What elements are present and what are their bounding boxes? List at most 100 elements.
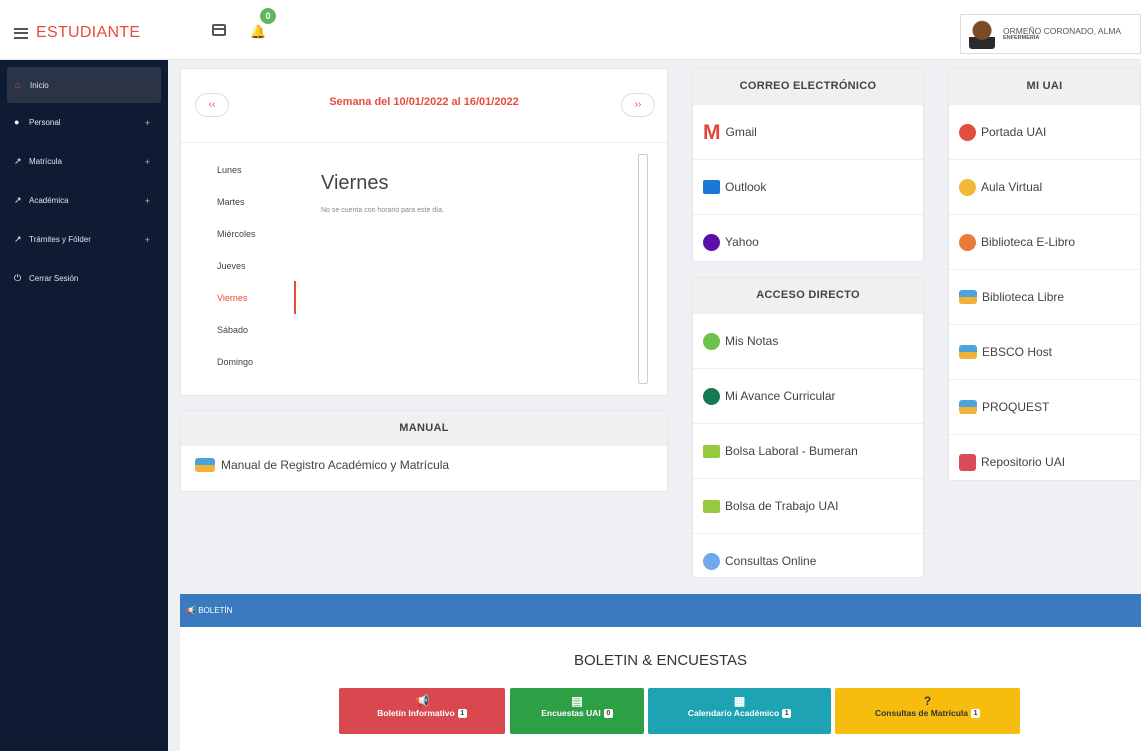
link-label: Outlook [725,180,767,194]
panel-heading: ACCESO DIRECTO [693,278,923,313]
sidebar-item-inicio[interactable]: ⌂ Inicio [7,67,161,103]
ebsco-link[interactable]: EBSCO Host [949,324,1140,379]
sidebar-item-matricula[interactable]: ↗ Matrícula + [0,142,168,181]
button-label: Boletín Informativo [377,708,455,718]
panel-heading: MANUAL [181,411,667,446]
document-icon [703,387,720,405]
reader-icon [959,233,976,251]
sidebar-item-label: Personal [29,118,61,127]
manual-link-label: Manual de Registro Académico y Matrícula [221,458,450,472]
book-icon [959,345,977,359]
gmail-icon: M [703,120,721,144]
day-tab-jueves[interactable]: Jueves [217,260,297,292]
question-icon: ? [923,694,932,708]
bell-icon[interactable]: 🔔 [250,24,266,40]
repositorio-link[interactable]: Repositorio UAI [949,434,1140,489]
link-label: Yahoo [725,235,759,249]
manual-panel: MANUAL Manual de Registro Académico y Ma… [180,410,668,492]
proquest-link[interactable]: PROQUEST [949,379,1140,434]
brand[interactable]: ESTUDIANTE [14,24,140,42]
yahoo-link[interactable]: Yahoo [693,214,923,269]
sidebar-item-label: Cerrar Sesión [29,274,79,283]
student-icon [959,178,976,196]
scrollbar[interactable] [638,154,648,384]
megaphone-icon: 📢 [414,694,430,708]
user-role: ENFERMERÍA [1003,35,1040,42]
book-icon [195,458,215,472]
repository-icon [959,453,976,471]
link-label: Gmail [725,125,757,139]
week-title: Semana del 10/01/2022 al 16/01/2022 [329,96,519,108]
boletin-title: BOLETIN & ENCUESTAS [573,652,748,669]
aula-virtual-link[interactable]: Aula Virtual [949,159,1140,214]
briefcase-icon [703,444,720,458]
notification-badge: 0 [260,8,276,24]
sidebar-item-logout[interactable]: ⏻ Cerrar Sesión [0,259,168,298]
outlook-icon [703,180,720,194]
button-label: Encuestas UAI [541,708,601,718]
sidebar-item-academica[interactable]: ↗ Académica + [0,181,168,220]
outlook-link[interactable]: Outlook [693,159,923,214]
panel-heading: MI UAI [949,69,1140,104]
external-link-icon: ↗ [14,195,22,205]
day-tab-miercoles[interactable]: Miércoles [217,228,297,260]
panel-heading: CORREO ELECTRÓNICO [693,69,923,104]
home-icon: ⌂ [15,79,21,90]
avatar [969,19,995,49]
consultas-online-link[interactable]: Consultas Online [693,533,923,588]
day-tab-lunes[interactable]: Lunes [217,164,297,196]
selected-day-title: Viernes [321,172,389,194]
sidebar-item-label: Inicio [30,80,49,90]
mis-notas-link[interactable]: Mis Notas [693,313,923,368]
encuestas-button[interactable]: ▤ Encuestas UAI 0 [510,688,644,734]
link-label: Repositorio UAI [981,455,1066,469]
day-list: Lunes Martes Miércoles Jueves Viernes Sá… [217,164,297,388]
next-week-button[interactable]: ›› [621,93,655,117]
external-link-icon: ↗ [14,156,22,166]
link-label: PROQUEST [982,400,1050,414]
sidebar-item-label: Trámites y Fólder [29,235,91,244]
count-badge: 0 [603,709,613,719]
sidebar-item-label: Académica [29,196,69,205]
link-label: Consultas Online [725,554,817,568]
link-label: EBSCO Host [982,345,1053,359]
manual-link[interactable]: Manual de Registro Académico y Matrícula [181,446,667,484]
briefcase-icon [703,499,720,513]
sidebar-item-personal[interactable]: ● Personal + [0,103,168,142]
count-badge: 1 [782,709,792,719]
boletin-section: BOLETIN & ENCUESTAS 📢 Boletín Informativ… [180,627,1141,751]
sidebar-item-tramites[interactable]: ↗ Trámites y Fólder + [0,220,168,259]
shortcuts-panel: ACCESO DIRECTO Mis Notas Mi Avance Curri… [692,277,924,578]
bolsa-bumeran-link[interactable]: Bolsa Laboral - Bumeran [693,423,923,478]
bolsa-uai-link[interactable]: Bolsa de Trabajo UAI [693,478,923,533]
megaphone-icon: 📢 [186,606,196,615]
consultas-matricula-button[interactable]: ? Consultas de Matrícula 1 [835,688,1020,734]
email-panel: CORREO ELECTRÓNICO M Gmail Outlook Yahoo [692,68,924,262]
day-tab-domingo[interactable]: Domingo [217,356,297,388]
link-label: Aula Virtual [981,180,1043,194]
gmail-link[interactable]: M Gmail [693,104,923,159]
calendar-icon[interactable] [212,24,226,36]
calendar-icon: ▦ [733,694,746,708]
biblioteca-libre-link[interactable]: Biblioteca Libre [949,269,1140,324]
link-label: Biblioteca E-Libro [981,235,1076,249]
books-icon [959,290,977,304]
portada-link[interactable]: Portada UAI [949,104,1140,159]
schedule-message: No se cuenta con horario para este día. [321,207,444,214]
link-label: Biblioteca Libre [982,290,1065,304]
user-menu[interactable]: ORMEÑO CORONADO, ALMA ENFERMERÍA [960,14,1141,54]
biblioteca-elibro-link[interactable]: Biblioteca E-Libro [949,214,1140,269]
boletin-informativo-button[interactable]: 📢 Boletín Informativo 1 [339,688,505,734]
day-tab-viernes[interactable]: Viernes [217,292,297,324]
mi-uai-panel: MI UAI Portada UAI Aula Virtual Bibliote… [948,68,1141,481]
calendario-button[interactable]: ▦ Calendario Académico 1 [648,688,831,734]
avance-curricular-link[interactable]: Mi Avance Curricular [693,368,923,423]
notes-icon [703,332,720,350]
sidebar-item-label: Matrícula [29,157,62,166]
day-tab-sabado[interactable]: Sábado [217,324,297,356]
link-label: Bolsa de Trabajo UAI [725,499,839,513]
link-label: Mis Notas [725,334,779,348]
week-schedule-panel: ‹‹ Semana del 10/01/2022 al 16/01/2022 ›… [180,68,668,396]
day-tab-martes[interactable]: Martes [217,196,297,228]
menu-icon[interactable] [14,27,28,39]
